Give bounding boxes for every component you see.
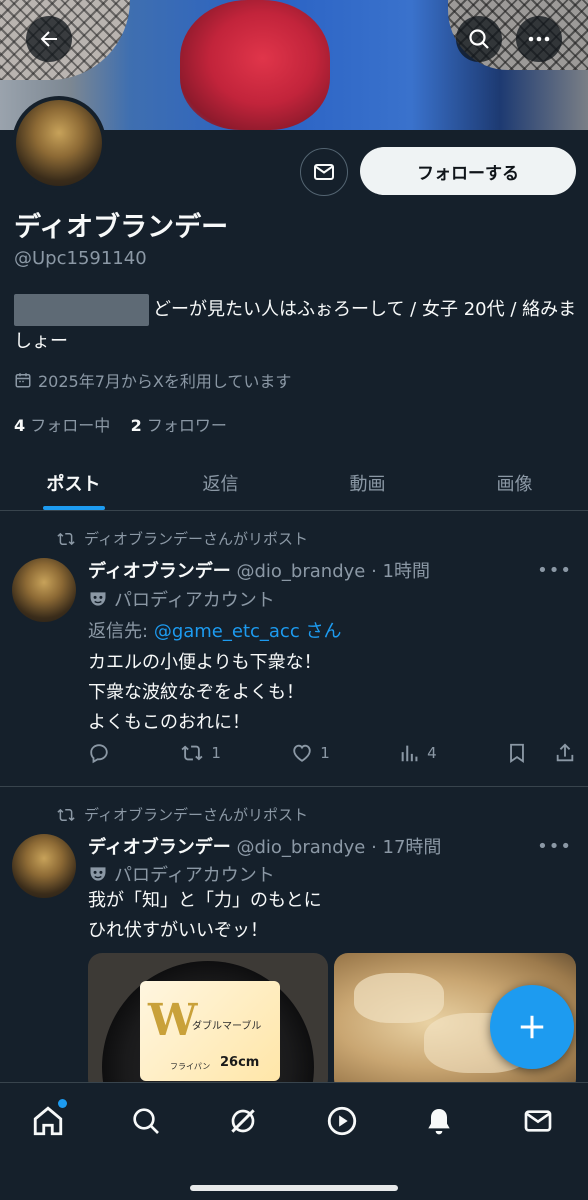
repost-icon: [57, 532, 75, 545]
like-button[interactable]: 1: [290, 742, 330, 764]
compose-post-button[interactable]: [490, 985, 574, 1069]
pan-brand: ダブルマーブル: [192, 1021, 262, 1032]
post-actions: 1 1 4: [88, 738, 576, 768]
bookmark-icon[interactable]: [506, 742, 528, 764]
reply-icon: [90, 744, 108, 764]
nav-search[interactable]: [126, 1101, 166, 1141]
views-count: 4: [427, 744, 437, 762]
post-more-button[interactable]: •••: [537, 560, 572, 581]
post-author[interactable]: ディオブランデー: [88, 837, 231, 858]
repost-label: ディオブランデーさんがリポスト: [84, 806, 308, 824]
follow-counts: 4 フォロー中 2 フォロワー: [14, 412, 227, 436]
gyoza-piece: [354, 973, 444, 1023]
repost-label: ディオブランデーさんがリポスト: [84, 530, 308, 548]
search-icon: [133, 1108, 159, 1134]
repost-count: 1: [211, 744, 221, 762]
post-divider: [0, 786, 588, 787]
message-button[interactable]: [300, 148, 348, 196]
profile-avatar[interactable]: [12, 96, 106, 190]
pan-logo-letter: W: [148, 995, 198, 1046]
pan-label: W ダブルマーブル フライパン 26cm: [140, 981, 280, 1081]
tab-videos[interactable]: 動画: [294, 455, 441, 510]
grok-icon: [231, 1109, 255, 1133]
calendar-icon: [15, 373, 31, 388]
pan-size: 26cm: [220, 1055, 260, 1070]
post-text: カエルの小便よりも下衆な！ 下衆な波紋なぞをよくも！ よくもこのおれに！: [88, 652, 322, 733]
post-handle-time: @dio_brandye · 17時間: [236, 837, 442, 858]
post-header: ディオブランデー @dio_brandye · 1時間: [88, 557, 430, 583]
home-icon: [33, 1106, 63, 1136]
post-secondary-actions: [506, 742, 576, 764]
post-avatar[interactable]: [12, 834, 76, 898]
mask-icon: [90, 592, 106, 606]
post-header: ディオブランデー @dio_brandye · 17時間: [88, 833, 441, 859]
share-icon[interactable]: [554, 742, 576, 764]
reply-target-link[interactable]: @game_etc_acc さん: [154, 621, 342, 642]
parody-label: パロディアカウント: [88, 586, 275, 612]
profile-handle: @Upc1591140: [14, 248, 147, 269]
following-link[interactable]: 4 フォロー中: [14, 416, 110, 435]
mask-icon: [90, 867, 106, 881]
post-author[interactable]: ディオブランデー: [88, 561, 231, 582]
arrow-left-icon: [40, 31, 57, 47]
repost-indicator: ディオブランデーさんがリポスト: [56, 804, 308, 825]
bell-icon: [428, 1109, 450, 1135]
post-image-frying-pan[interactable]: W ダブルマーブル フライパン 26cm: [88, 953, 328, 1093]
nav-video[interactable]: [322, 1101, 362, 1141]
profile-tabs: ポスト 返信 動画 画像: [0, 455, 588, 511]
bottom-navigation: [0, 1082, 588, 1200]
repost-icon: [181, 745, 203, 761]
more-icon: [528, 36, 550, 42]
follow-button[interactable]: フォローする: [360, 147, 576, 195]
banner-decoration: [180, 0, 330, 130]
reply-button[interactable]: [88, 742, 110, 764]
play-circle-icon: [327, 1106, 357, 1136]
mail-icon: [524, 1110, 552, 1132]
views-button[interactable]: 4: [399, 742, 437, 764]
pan-type: フライパン: [170, 1062, 211, 1071]
post-more-button[interactable]: •••: [537, 836, 572, 857]
redacted-block: [14, 294, 149, 326]
nav-notifications[interactable]: [419, 1101, 459, 1141]
post-text: 我が「知」と「力」のもとに ひれ伏すがいいぞッ！: [88, 890, 322, 941]
repost-indicator: ディオブランデーさんがリポスト: [56, 528, 308, 549]
nav-messages[interactable]: [518, 1101, 558, 1141]
repost-icon: [57, 808, 75, 821]
repost-button[interactable]: 1: [179, 742, 221, 764]
home-indicator: [190, 1185, 398, 1191]
profile-bio: どーが見たい人はふぉろーして / 女子 20代 / 絡みましょー: [14, 294, 579, 358]
mail-icon: [314, 164, 334, 180]
parody-label: パロディアカウント: [88, 861, 275, 887]
notification-dot: [58, 1099, 67, 1108]
nav-grok[interactable]: [223, 1101, 263, 1141]
reply-to: 返信先: @game_etc_acc さん: [88, 621, 342, 642]
tab-images[interactable]: 画像: [441, 455, 588, 510]
tab-posts[interactable]: ポスト: [0, 455, 147, 510]
like-count: 1: [320, 744, 330, 762]
views-icon: [401, 745, 418, 762]
search-icon: [469, 29, 489, 49]
followers-link[interactable]: 2 フォロワー: [131, 416, 227, 435]
joined-date: 2025年7月からXを利用しています: [14, 368, 291, 392]
plus-icon: [520, 1015, 544, 1039]
search-button[interactable]: [456, 16, 502, 62]
joined-text: 2025年7月からXを利用しています: [38, 372, 292, 391]
profile-display-name: ディオブランデー: [14, 212, 229, 243]
post-avatar[interactable]: [12, 558, 76, 622]
tab-replies[interactable]: 返信: [147, 455, 294, 510]
heart-icon: [293, 744, 311, 762]
post-handle-time: @dio_brandye · 1時間: [236, 561, 430, 582]
nav-home[interactable]: [28, 1099, 68, 1141]
more-options-button[interactable]: [516, 16, 562, 62]
back-button[interactable]: [26, 16, 72, 62]
